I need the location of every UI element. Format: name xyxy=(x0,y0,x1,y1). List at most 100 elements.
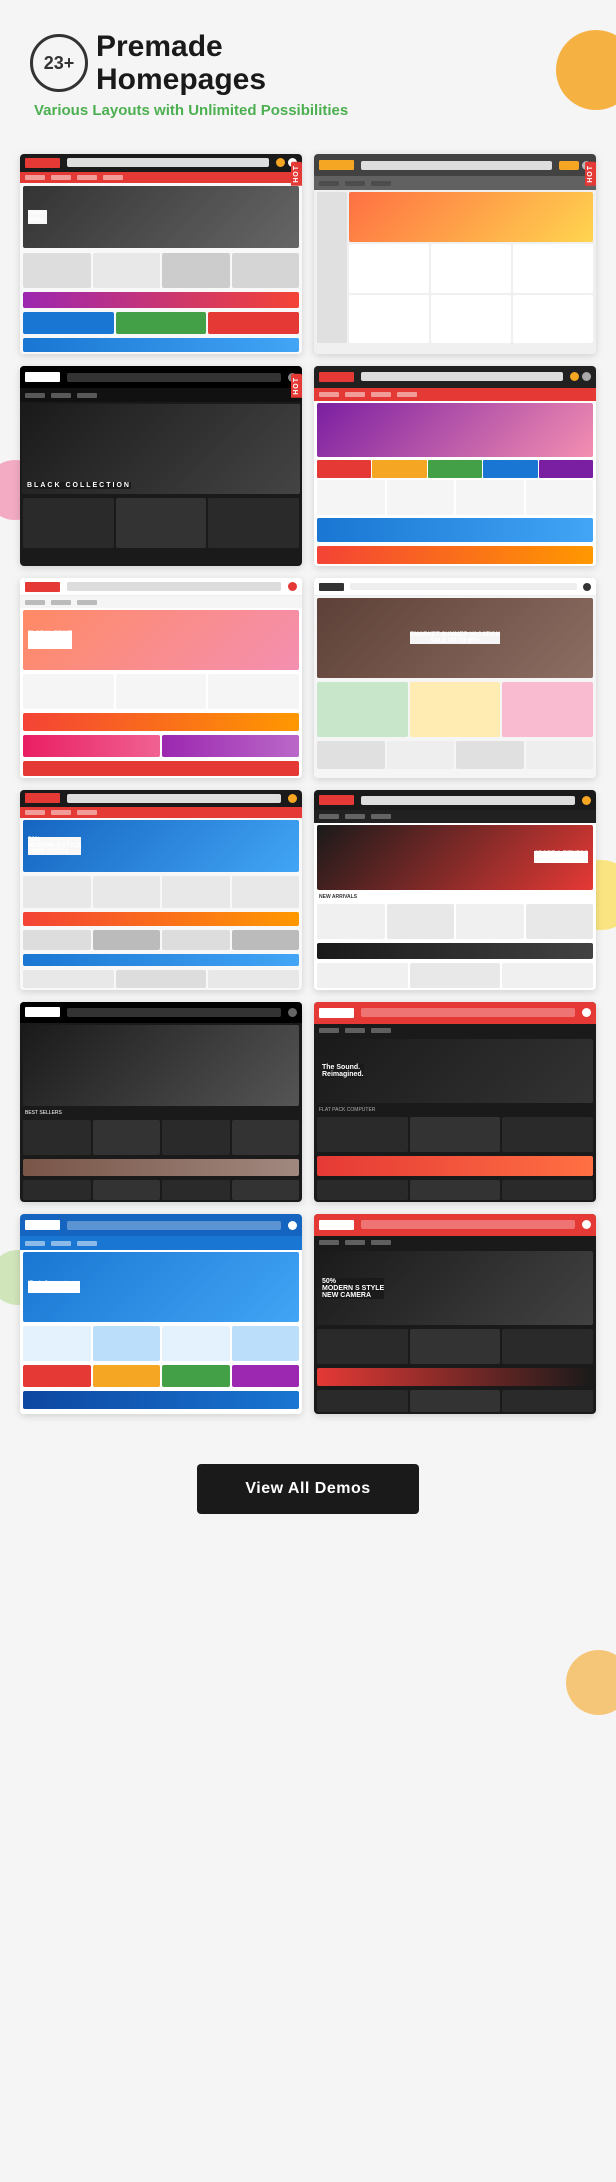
mock-site-9: BEST SELLERS xyxy=(20,1002,302,1202)
bottom-banner-1 xyxy=(23,338,299,352)
header-title: PremadeHomepages xyxy=(96,30,266,96)
nav-bar-5 xyxy=(20,578,302,596)
logo-10 xyxy=(319,1008,354,1018)
cta-section: View All Demos xyxy=(0,1434,616,1554)
hero-10: The Sound.Reimagined. xyxy=(317,1039,593,1103)
nav-bar-12 xyxy=(314,1214,596,1236)
hero-4 xyxy=(317,403,593,457)
cat-banner-5 xyxy=(23,713,299,731)
mock-site-2 xyxy=(314,154,596,354)
search-11 xyxy=(67,1221,281,1230)
products-3 xyxy=(20,496,302,550)
search-7 xyxy=(67,794,281,803)
mock-site-7: 50%MODERN S STYLESONY XPERIA xyxy=(20,790,302,990)
screenshot-card-12[interactable]: 50%MODERN S STYLENEW CAMERA xyxy=(314,1214,596,1414)
banner-12 xyxy=(317,1368,593,1386)
banner-10 xyxy=(317,1156,593,1176)
banner-2 xyxy=(349,192,593,242)
prod-row-8 xyxy=(314,902,596,941)
nav-bar-3 xyxy=(20,366,302,388)
menu-bar-3 xyxy=(20,388,302,402)
body-area-2 xyxy=(314,190,596,345)
screenshot-card-10[interactable]: The Sound.Reimagined. FLAT PACK COMPUTER xyxy=(314,1002,596,1202)
menu-bar-10 xyxy=(314,1024,596,1038)
search-10 xyxy=(361,1008,575,1017)
logo-4 xyxy=(319,372,354,382)
logo-12 xyxy=(319,1220,354,1230)
cats-7 xyxy=(20,928,302,952)
products-row-1 xyxy=(20,251,302,290)
menu-bar-2 xyxy=(314,176,596,190)
screenshot-card-5[interactable]: FLORAL PRINTDRESSES30% OFF xyxy=(20,578,302,778)
view-all-demos-button[interactable]: View All Demos xyxy=(197,1464,418,1514)
prod-row-7 xyxy=(20,874,302,910)
mock-site-4 xyxy=(314,366,596,566)
logo-5 xyxy=(25,582,60,592)
prod-row-9 xyxy=(20,1118,302,1157)
screenshot-card-3[interactable]: HOT BLACK COLLECTION xyxy=(20,366,302,566)
banner-9 xyxy=(23,1159,299,1176)
search-3 xyxy=(67,373,281,382)
logo-1 xyxy=(25,158,60,168)
mock-site-8: SPORT & FITNESSEQUIPMENT NEW ARRIVALS xyxy=(314,790,596,990)
logo-3 xyxy=(25,372,60,382)
screenshot-card-4[interactable] xyxy=(314,366,596,566)
nav-bar-6 xyxy=(314,578,596,596)
screenshot-card-1[interactable]: HOT FashionTrends xyxy=(20,154,302,354)
mock-site-12: 50%MODERN S STYLENEW CAMERA xyxy=(314,1214,596,1414)
hero-12: 50%MODERN S STYLENEW CAMERA xyxy=(317,1251,593,1325)
badge-count: 23+ xyxy=(30,34,88,92)
banner-1 xyxy=(23,292,299,308)
mock-site-11: iPad, Computer:Now in Two Sizes. xyxy=(20,1214,302,1414)
logo-8 xyxy=(319,795,354,805)
hero-7: 50%MODERN S STYLESONY XPERIA xyxy=(23,820,299,872)
screenshot-card-11[interactable]: iPad, Computer:Now in Two Sizes. xyxy=(20,1214,302,1414)
screenshot-card-9[interactable]: BEST SELLERS xyxy=(20,1002,302,1202)
nav-bar-2 xyxy=(314,154,596,176)
mock-site-3: BLACK COLLECTION xyxy=(20,366,302,566)
nav-bar-8 xyxy=(314,790,596,810)
logo-9 xyxy=(25,1007,60,1017)
prod-row-4 xyxy=(314,479,596,516)
prod-row-10 xyxy=(314,1115,596,1154)
hero-area-1: FashionTrends xyxy=(23,186,299,248)
deco-circle-orange2 xyxy=(566,1650,616,1715)
hero-3: BLACK COLLECTION xyxy=(22,404,300,494)
screenshot-card-8[interactable]: SPORT & FITNESSEQUIPMENT NEW ARRIVALS xyxy=(314,790,596,990)
screenshot-card-7[interactable]: 50%MODERN S STYLESONY XPERIA xyxy=(20,790,302,990)
hero-6: EMARKET SUMMER VACATIONSALE UP TO 90% xyxy=(317,598,593,678)
screenshot-card-2[interactable]: HOT xyxy=(314,154,596,354)
nav-bar-4 xyxy=(314,366,596,388)
search-12 xyxy=(361,1220,575,1229)
search-8 xyxy=(361,796,575,805)
mock-site-6: EMARKET SUMMER VACATIONSALE UP TO 90% xyxy=(314,578,596,778)
prod-grid-2 xyxy=(349,244,593,343)
menu-bar-11 xyxy=(20,1236,302,1250)
header-subtitle: Various Layouts with Unlimited Possibili… xyxy=(34,102,586,119)
banner-4 xyxy=(317,518,593,543)
search-9 xyxy=(67,1008,281,1017)
search-2 xyxy=(361,161,552,170)
cats-row-1 xyxy=(20,310,302,336)
hot-label-3: HOT xyxy=(291,374,302,398)
nav-bar-10 xyxy=(314,1002,596,1024)
menu-bar-7 xyxy=(20,807,302,818)
fitness-banner-8 xyxy=(317,943,593,959)
logo-2 xyxy=(319,160,354,170)
search-4 xyxy=(361,372,563,381)
screenshots-grid: HOT FashionTrends xyxy=(0,134,616,1434)
logo-6 xyxy=(319,583,344,591)
nav-bar-11 xyxy=(20,1214,302,1236)
prod-row-11 xyxy=(20,1324,302,1363)
logo-11 xyxy=(25,1220,60,1230)
main-content-2 xyxy=(349,192,593,343)
menu-bar-5 xyxy=(20,596,302,608)
hot-label-1: HOT xyxy=(291,162,302,186)
nav-bar-9 xyxy=(20,1002,302,1023)
cats-11 xyxy=(20,1363,302,1389)
nav-bar-1 xyxy=(20,154,302,172)
menu-bar-12 xyxy=(314,1236,596,1250)
screenshot-card-6[interactable]: EMARKET SUMMER VACATIONSALE UP TO 90% xyxy=(314,578,596,778)
sidebar-2 xyxy=(317,192,347,343)
cart-icon-1 xyxy=(276,158,285,167)
